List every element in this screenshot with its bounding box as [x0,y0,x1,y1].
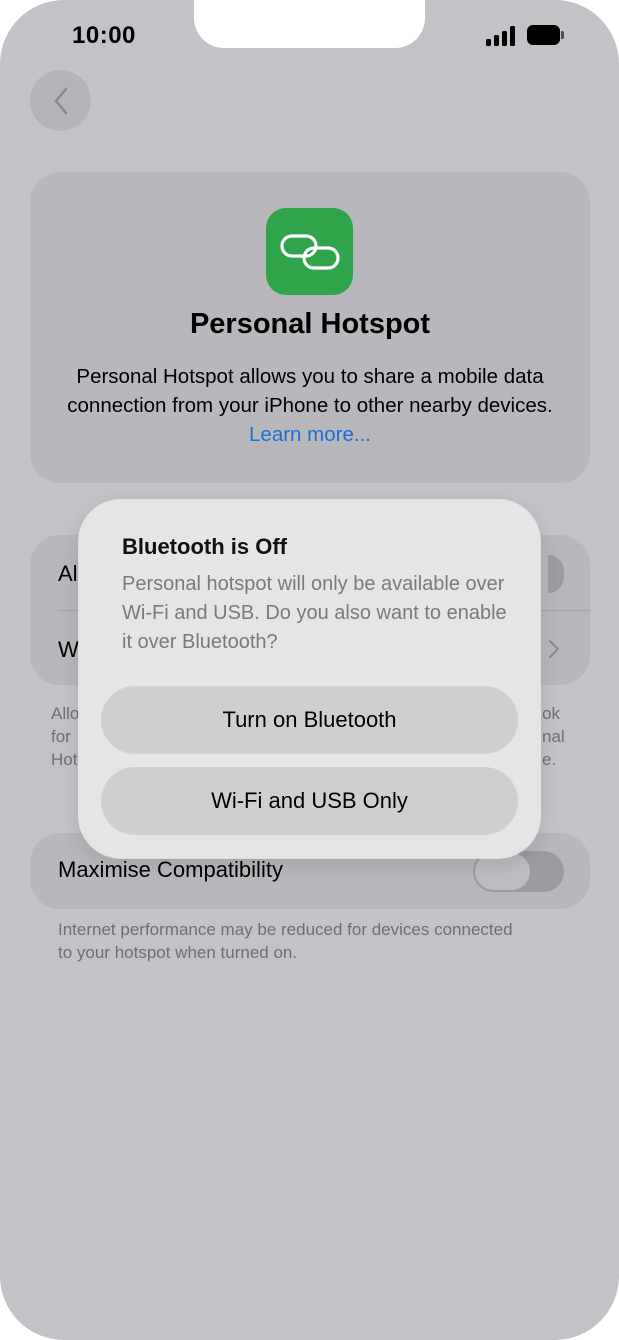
intro-description-text: Personal Hotspot allows you to share a m… [67,365,553,417]
wifi-usb-only-button[interactable]: Wi-Fi and USB Only [101,767,518,835]
allow-others-row-label[interactable]: Al [58,561,78,587]
cellular-signal-icon [486,26,520,46]
personal-hotspot-app-icon [266,208,353,295]
link-icon [279,233,340,270]
intro-description: Personal Hotspot allows you to share a m… [54,362,566,449]
alert-message: Personal hotspot will only be available … [122,573,507,653]
status-time: 10:00 [72,22,136,49]
turn-on-bluetooth-button[interactable]: Turn on Bluetooth [101,686,518,754]
toggle-knob [475,853,530,890]
page-title: Personal Hotspot [189,308,431,340]
settings-footnote-right: ok nal e. [542,704,565,769]
notch [194,0,425,48]
phone-screen: 10:00 Personal Hotspot Personal Hotspot … [0,0,619,1340]
settings-footnote-left: Allo for Hot [51,704,80,769]
alert-title: Bluetooth is Off [122,534,287,559]
intro-card: Personal Hotspot Personal Hotspot allows… [30,172,590,483]
maximise-compatibility-label: Maximise Compatibility [58,857,283,882]
learn-more-link[interactable]: Learn more... [249,423,371,446]
bluetooth-alert-dialog: Bluetooth is Off Personal hotspot will o… [79,500,540,858]
back-button[interactable] [30,70,91,131]
compatibility-footnote: Internet performance may be reduced for … [58,920,513,962]
battery-icon [527,25,565,45]
chevron-right-icon [549,640,559,658]
wifi-password-row-label[interactable]: W [58,637,79,663]
chevron-left-icon [54,87,67,114]
allow-others-toggle[interactable] [548,555,564,593]
